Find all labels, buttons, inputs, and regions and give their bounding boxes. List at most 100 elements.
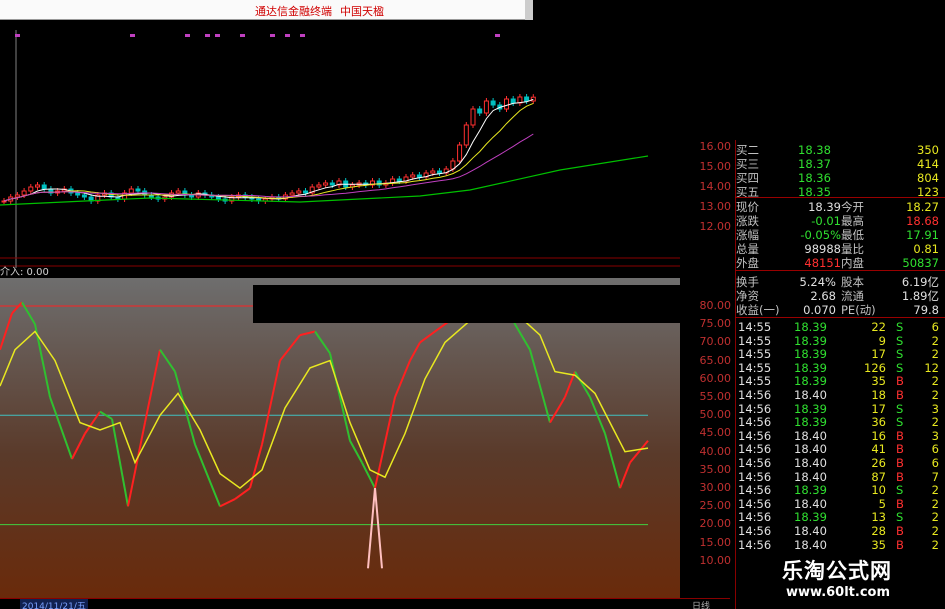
tick-time: 14:56 bbox=[738, 469, 772, 484]
stat-label: 内盘 bbox=[841, 256, 864, 270]
stat-label: 总量 bbox=[736, 242, 759, 256]
indicator-label: 介入: 0.00 bbox=[0, 267, 49, 278]
kline-chart[interactable] bbox=[0, 20, 680, 268]
tick-side: B bbox=[896, 496, 904, 511]
tick-price: 18.39 bbox=[794, 483, 827, 498]
tick-side: S bbox=[896, 415, 904, 430]
stat-row: 涨跌 -0.01 最高 18.68 bbox=[736, 214, 941, 228]
kline-candle bbox=[410, 174, 416, 178]
tick-volume: 22 bbox=[871, 320, 886, 334]
stat-value: -0.01 bbox=[811, 214, 841, 228]
kline-candle bbox=[1, 200, 7, 203]
tick-count: 3 bbox=[931, 428, 939, 443]
kline-candle bbox=[175, 190, 181, 194]
tick-count: 2 bbox=[931, 333, 939, 348]
price-tick: 16.00 bbox=[699, 140, 732, 153]
tick-time: 14:56 bbox=[738, 483, 772, 498]
price-axis-kline: 16.00 15.00 14.00 13.00 12.00 bbox=[680, 140, 735, 268]
tick-time: 14:56 bbox=[738, 388, 772, 402]
stat-value: 6.19亿 bbox=[901, 275, 939, 289]
kline-marker bbox=[495, 34, 500, 37]
stat-label: 换手 bbox=[736, 275, 759, 289]
osc-tick: 60.00 bbox=[699, 371, 732, 385]
stock-name: 中国天楹 bbox=[340, 5, 384, 18]
tick-volume: 28 bbox=[871, 524, 886, 538]
title-scrollbar[interactable] bbox=[525, 0, 533, 20]
tick-side: B bbox=[896, 537, 904, 552]
stat-row: 涨幅 -0.05% 最低 17.91 bbox=[736, 228, 941, 242]
oscillator-svg bbox=[0, 278, 680, 600]
tick-price: 18.40 bbox=[794, 537, 827, 552]
order-label: 买二 bbox=[736, 143, 759, 157]
stat-value: 79.8 bbox=[913, 303, 939, 317]
stat-label: 涨跌 bbox=[736, 214, 759, 228]
stat-row: 换手 5.24% 股本 6.19亿 bbox=[736, 275, 941, 289]
tick-count: 2 bbox=[931, 347, 939, 362]
tick-time: 14:56 bbox=[738, 524, 772, 538]
app-title: 通达信金融终端 bbox=[255, 5, 332, 18]
tick-volume: 35 bbox=[871, 374, 886, 389]
tick-volume: 5 bbox=[878, 496, 886, 511]
tick-count: 2 bbox=[931, 374, 939, 389]
quote-separator bbox=[735, 197, 945, 198]
osc-tick: 50.00 bbox=[699, 408, 732, 422]
date-bar: 2014/11/21/五 日线 bbox=[0, 598, 730, 609]
watermark: 乐淘公式网 www.60lt.com bbox=[740, 553, 945, 609]
tick-time: 14:56 bbox=[738, 415, 772, 430]
kline-candle bbox=[416, 174, 422, 178]
price-tick: 12.00 bbox=[699, 220, 732, 233]
stat-value: 98988 bbox=[804, 242, 841, 256]
stat-label: 净资 bbox=[736, 289, 759, 303]
tick-price: 18.39 bbox=[794, 415, 827, 430]
tick-count: 2 bbox=[931, 388, 939, 402]
tick-volume: 18 bbox=[871, 388, 886, 402]
tick-price: 18.39 bbox=[794, 360, 827, 375]
tick-count: 12 bbox=[924, 360, 939, 375]
order-book-row: 买四 18.36 804 bbox=[736, 171, 941, 185]
kline-candle bbox=[524, 96, 530, 102]
tick-volume: 35 bbox=[871, 537, 886, 552]
tick-count: 2 bbox=[931, 496, 939, 511]
tick-time: 14:56 bbox=[738, 442, 772, 457]
kline-candle bbox=[490, 100, 496, 106]
osc-tick: 80.00 bbox=[699, 299, 732, 312]
period-label[interactable]: 日线 bbox=[692, 599, 710, 609]
osc-tick: 70.00 bbox=[699, 335, 732, 349]
kline-candle bbox=[510, 98, 516, 104]
price-axis-oscillator: 80.00 75.00 70.00 65.00 60.00 55.00 50.00 45.00… bbox=[680, 278, 735, 600]
tick-side: S bbox=[896, 333, 904, 348]
tick-side: B bbox=[896, 524, 904, 538]
stat-value: 0.81 bbox=[913, 242, 939, 256]
quote-separator bbox=[735, 317, 945, 318]
stat-label: 量比 bbox=[841, 242, 864, 256]
kline-candle bbox=[128, 188, 134, 194]
kline-candle bbox=[316, 184, 322, 188]
oscillator-panel[interactable] bbox=[0, 278, 680, 600]
tick-side: S bbox=[896, 320, 904, 334]
osc-tick: 25.00 bbox=[699, 499, 732, 513]
osc-tick: 45.00 bbox=[699, 426, 732, 440]
tick-count: 6 bbox=[931, 456, 939, 470]
kline-candle bbox=[437, 170, 442, 174]
tick-volume: 9 bbox=[878, 333, 886, 348]
kline-bg bbox=[0, 20, 680, 268]
tick-row: 14:56 18.40 35 B 2 bbox=[736, 538, 941, 552]
osc-bg bbox=[0, 278, 680, 600]
tick-price: 18.40 bbox=[794, 442, 827, 457]
stat-value: 48151 bbox=[804, 256, 841, 270]
kline-marker bbox=[185, 34, 190, 37]
tick-count: 2 bbox=[931, 510, 939, 525]
stat-label: 收益(一) bbox=[736, 303, 780, 317]
current-date: 2014/11/21/五 bbox=[20, 599, 88, 609]
kline-marker bbox=[130, 34, 135, 37]
order-label: 买四 bbox=[736, 171, 759, 185]
stat-value: 18.39 bbox=[808, 200, 841, 214]
kline-marker bbox=[215, 34, 220, 37]
kline-svg bbox=[0, 20, 680, 268]
tick-price: 18.40 bbox=[794, 456, 827, 470]
tick-price: 18.39 bbox=[794, 401, 827, 416]
kline-candle bbox=[504, 98, 509, 110]
tick-row: 14:56 18.40 5 B 2 bbox=[736, 497, 941, 511]
osc-tick: 35.00 bbox=[699, 462, 732, 476]
tick-side: S bbox=[896, 347, 904, 362]
